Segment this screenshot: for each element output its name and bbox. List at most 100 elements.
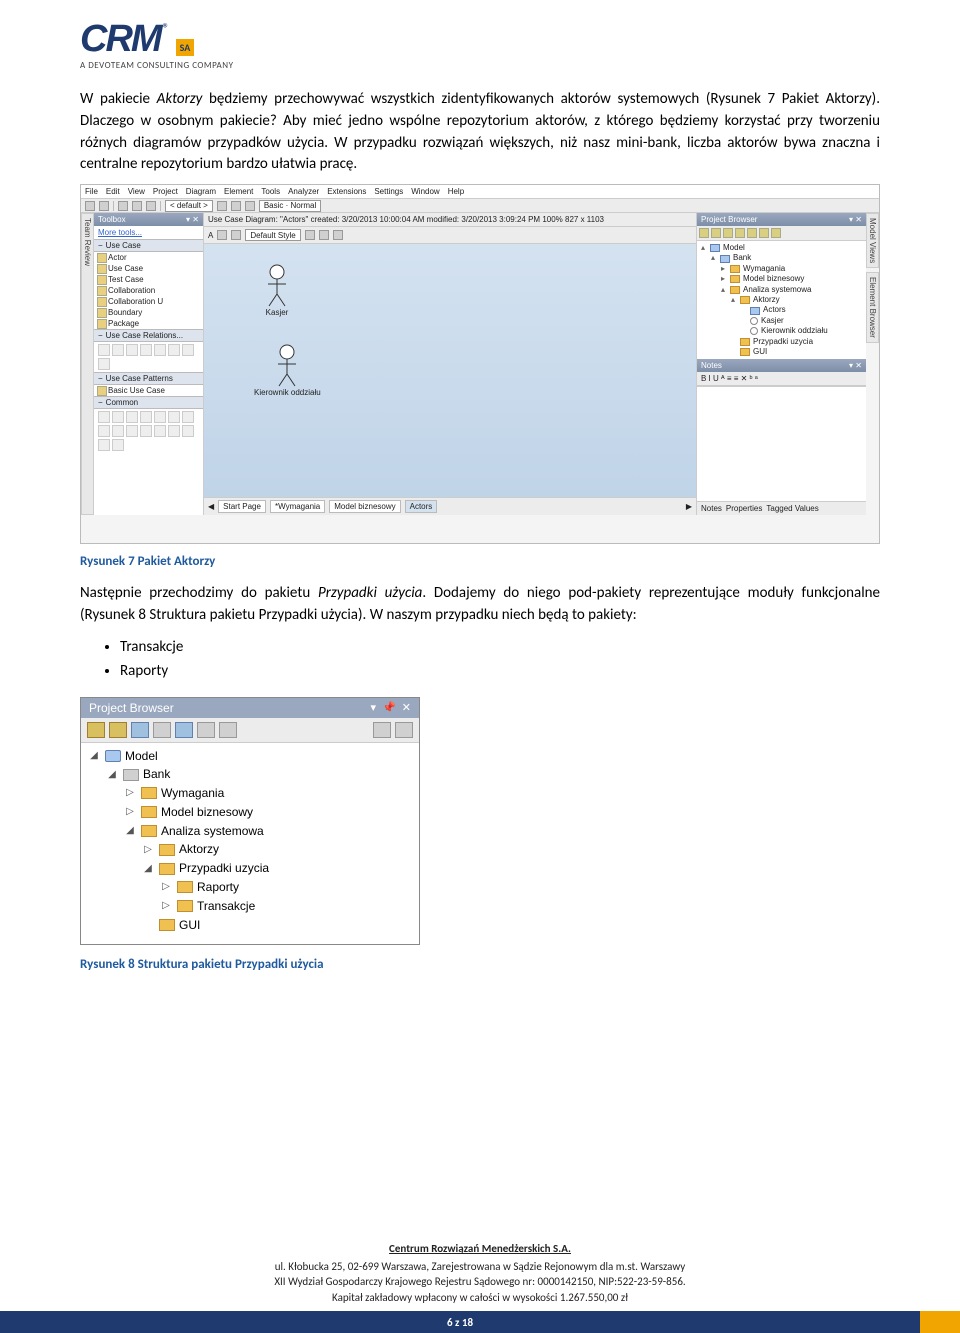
toolbar-row-1[interactable]: < default > Basic · Normal <box>81 199 879 213</box>
paragraph-2: Następnie przechodzimy do pakietu Przypa… <box>80 583 880 627</box>
tool-icon[interactable] <box>245 201 255 211</box>
figure-7-screenshot: File Edit View Project Diagram Element T… <box>80 184 880 544</box>
project-browser-header-2: Project Browser ▾📌✕ <box>81 698 419 718</box>
canvas-tabs[interactable]: ◀ Start Page *Wymagania Model biznesowy … <box>204 497 696 515</box>
figure-7-caption: Rysunek 7 Pakiet Aktorzy <box>80 554 880 569</box>
menu-help[interactable]: Help <box>448 187 464 196</box>
tool-icon[interactable] <box>118 201 128 211</box>
tool-icon[interactable] <box>197 722 215 738</box>
tab-tagged[interactable]: Tagged Values <box>766 504 818 513</box>
pin-icon[interactable]: 📌 <box>382 701 396 714</box>
tool-icon[interactable] <box>109 722 127 738</box>
close-icon[interactable]: ▾ ✕ <box>186 215 199 224</box>
browser-toolbar[interactable] <box>697 226 866 241</box>
paragraph-1: W pakiecie Aktorzy będziemy przechowywać… <box>80 89 880 176</box>
right-vtab-model-views[interactable]: Model Views <box>866 213 879 268</box>
menu-view[interactable]: View <box>128 187 145 196</box>
menu-bar[interactable]: File Edit View Project Diagram Element T… <box>81 185 879 199</box>
tool-icon[interactable] <box>219 722 237 738</box>
left-vtab-team-review[interactable]: Team Review <box>81 213 94 515</box>
tool-icon[interactable] <box>231 201 241 211</box>
canvas-panel: Use Case Diagram: "Actors" created: 3/20… <box>204 213 696 515</box>
tool-icon[interactable] <box>146 201 156 211</box>
tool-icon[interactable] <box>217 201 227 211</box>
browser-tree[interactable]: ▴Model ▴Bank ▸Wymagania ▸Model biznesowy… <box>697 241 866 359</box>
notes-body[interactable] <box>697 386 866 501</box>
menu-window[interactable]: Window <box>411 187 439 196</box>
close-icon[interactable]: ▾ ✕ <box>849 361 862 370</box>
combo-default[interactable]: < default > <box>165 200 213 212</box>
menu-tools[interactable]: Tools <box>261 187 280 196</box>
section-patterns[interactable]: Use Case Patterns <box>94 372 203 385</box>
canvas-title-bar: Use Case Diagram: "Actors" created: 3/20… <box>204 213 696 227</box>
project-browser-header: Project Browser ▾ ✕ <box>697 213 866 226</box>
footer-line1: ul. Kłobucka 25, 02-699 Warszawa, Zareje… <box>0 1259 960 1274</box>
notes-tabs[interactable]: Notes Properties Tagged Values <box>697 501 866 515</box>
tool-actor[interactable]: Actor <box>94 252 203 263</box>
footer-line3: Kapitał zakładowy wpłacony w całości w w… <box>0 1290 960 1305</box>
tab-props[interactable]: Properties <box>726 504 762 513</box>
tool-collab[interactable]: Collaboration <box>94 285 203 296</box>
tab-actors[interactable]: Actors <box>405 500 438 513</box>
tool-basic-uc[interactable]: Basic Use Case <box>94 385 203 396</box>
menu-settings[interactable]: Settings <box>374 187 403 196</box>
section-usecase[interactable]: Use Case <box>94 239 203 252</box>
logo-block: CRM ® SA A DEVOTEAM CONSULTING COMPANY <box>80 20 880 71</box>
dropdown-icon[interactable]: ▾ <box>371 701 377 714</box>
close-icon[interactable]: ✕ <box>402 701 411 714</box>
page-number: 6 z 18 <box>0 1311 920 1333</box>
tool-icon[interactable] <box>131 722 149 738</box>
browser-toolbar-2[interactable] <box>81 718 419 743</box>
logo-text: CRM <box>80 20 161 58</box>
right-column: Project Browser ▾ ✕ ▴Model ▴Bank ▸Wymaga… <box>696 213 866 515</box>
diagram-canvas[interactable]: Kasjer Kierownik oddziału <box>204 244 696 497</box>
bullet-transakcje: Transakcje <box>120 635 880 659</box>
combo-basic[interactable]: Basic · Normal <box>259 200 321 212</box>
tab-mb[interactable]: Model biznesowy <box>329 500 400 513</box>
tool-icon[interactable] <box>153 722 171 738</box>
tool-usecase[interactable]: Use Case <box>94 263 203 274</box>
notes-toolbar[interactable]: B I U ᴬ ≡ ≡ ✕ ᵇ ᵃ <box>697 372 866 386</box>
tool-testcase[interactable]: Test Case <box>94 274 203 285</box>
more-tools-link[interactable]: More tools... <box>94 226 203 239</box>
tab-notes[interactable]: Notes <box>701 504 722 513</box>
footer-company: Centrum Rozwiązań Menedżerskich S.A. <box>0 1241 960 1256</box>
tool-icon[interactable] <box>85 201 95 211</box>
menu-edit[interactable]: Edit <box>106 187 120 196</box>
toolbox-panel: Toolbox ▾ ✕ More tools... Use Case Actor… <box>94 213 204 515</box>
menu-extensions[interactable]: Extensions <box>327 187 366 196</box>
menu-diagram[interactable]: Diagram <box>186 187 216 196</box>
notes-header: Notes ▾ ✕ <box>697 359 866 372</box>
browser-tree-2[interactable]: ◢Model ◢Bank ▷Wymagania ▷Model biznesowy… <box>81 743 419 945</box>
tool-collab-u[interactable]: Collaboration U <box>94 296 203 307</box>
logo-tagline: A DEVOTEAM CONSULTING COMPANY <box>80 60 880 71</box>
menu-analyzer[interactable]: Analyzer <box>288 187 319 196</box>
page-number-bar: 6 z 18 <box>0 1311 960 1333</box>
bullet-list: Transakcje Raporty <box>120 635 880 683</box>
page-footer: Centrum Rozwiązań Menedżerskich S.A. ul.… <box>0 1241 960 1305</box>
menu-file[interactable]: File <box>85 187 98 196</box>
close-icon[interactable]: ▾ ✕ <box>849 215 862 224</box>
section-common[interactable]: Common <box>94 396 203 409</box>
actor-kasjer[interactable]: Kasjer <box>264 264 290 317</box>
tab-start[interactable]: Start Page <box>218 500 266 513</box>
right-vtab-element-browser[interactable]: Element Browser <box>866 272 879 343</box>
menu-element[interactable]: Element <box>224 187 253 196</box>
tool-package[interactable]: Package <box>94 318 203 329</box>
tab-wym[interactable]: *Wymagania <box>270 500 325 513</box>
tool-boundary[interactable]: Boundary <box>94 307 203 318</box>
tool-icon[interactable] <box>99 201 109 211</box>
canvas-format-bar[interactable]: A Default Style <box>204 227 696 244</box>
down-icon[interactable] <box>395 722 413 738</box>
section-relations[interactable]: Use Case Relations... <box>94 329 203 342</box>
tool-icon[interactable] <box>132 201 142 211</box>
figure-8-screenshot: Project Browser ▾📌✕ ◢Model ◢Bank ▷Wymaga… <box>80 697 420 946</box>
up-icon[interactable] <box>373 722 391 738</box>
footer-line2: XII Wydział Gospodarczy Krajowego Rejest… <box>0 1274 960 1289</box>
toolbox-header: Toolbox ▾ ✕ <box>94 213 203 226</box>
logo-sa: SA <box>176 39 195 56</box>
actor-kierownik[interactable]: Kierownik oddziału <box>254 344 321 397</box>
tool-icon[interactable] <box>87 722 105 738</box>
menu-project[interactable]: Project <box>153 187 178 196</box>
tool-icon[interactable] <box>175 722 193 738</box>
